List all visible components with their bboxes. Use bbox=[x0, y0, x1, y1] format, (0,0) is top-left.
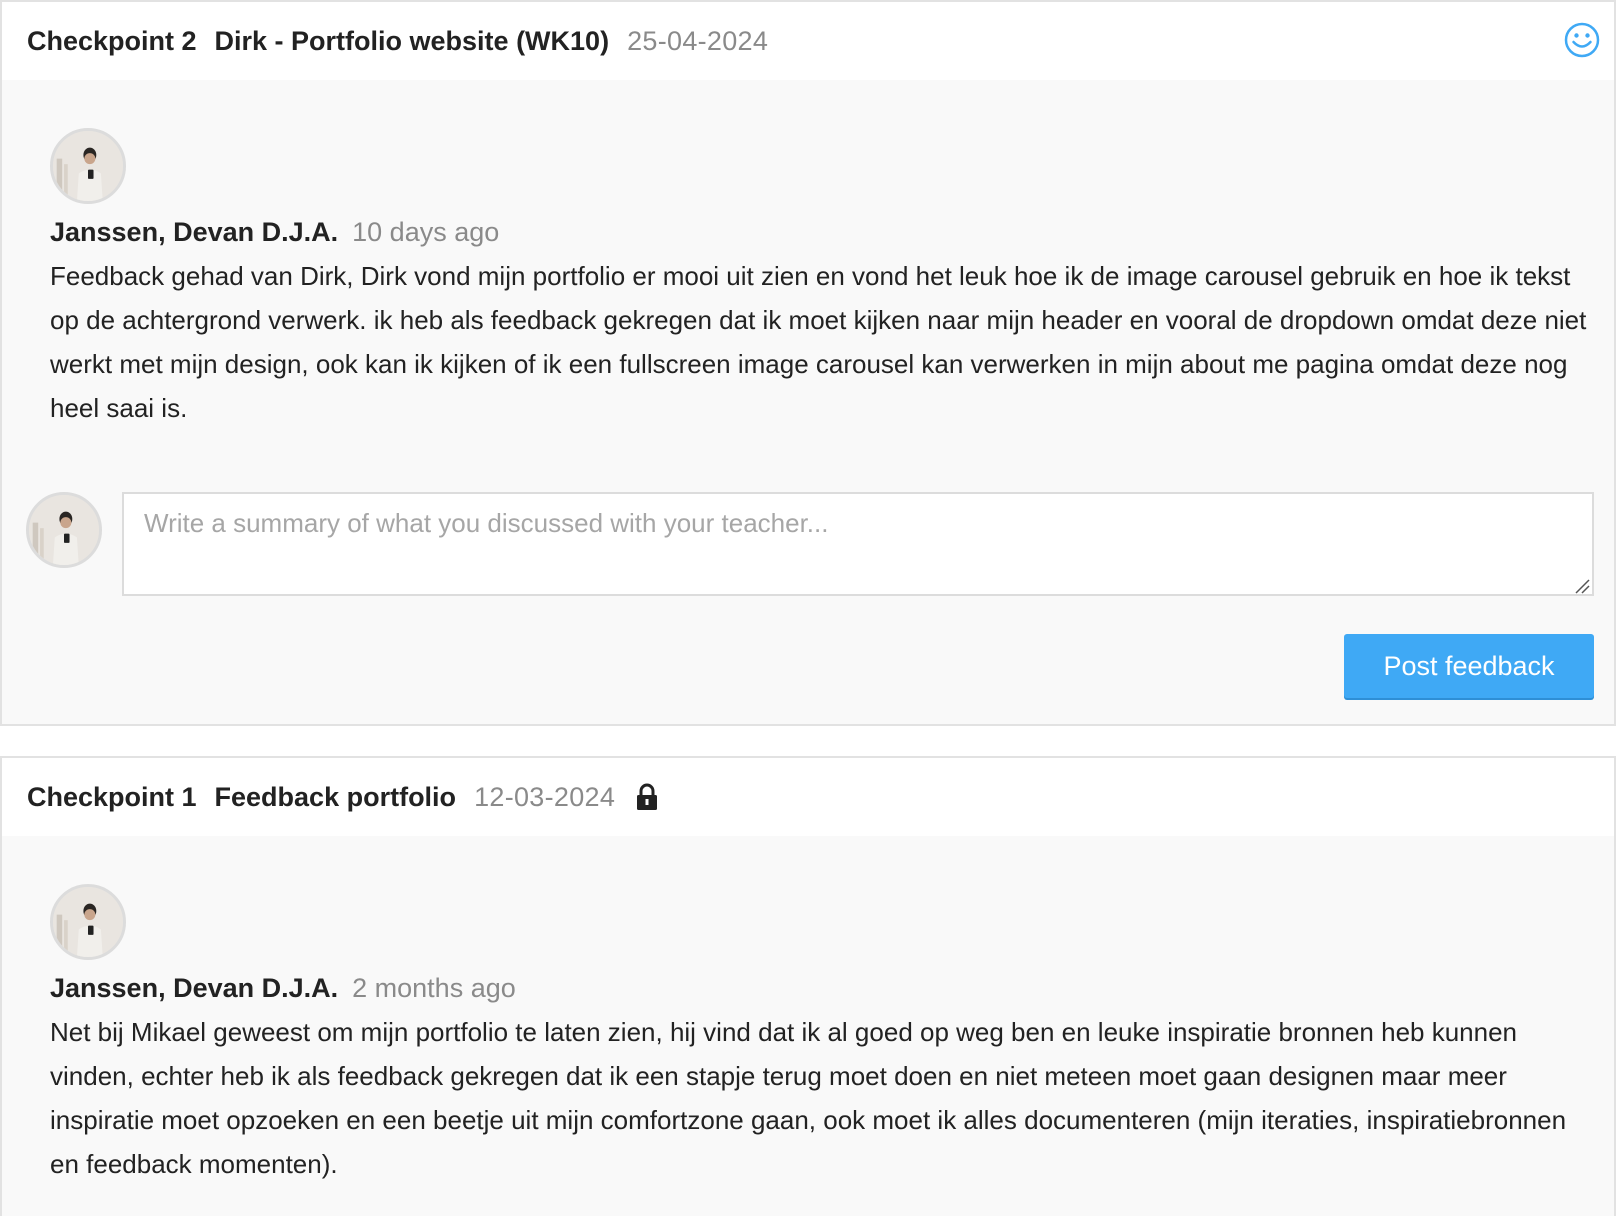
entry-text: Feedback gehad van Dirk, Dirk vond mijn … bbox=[50, 261, 1587, 423]
avatar bbox=[26, 492, 102, 568]
feedback-composer bbox=[26, 492, 1594, 602]
avatar bbox=[50, 884, 126, 960]
checkpoint-title: Feedback portfolio bbox=[214, 781, 457, 812]
resize-handle-icon[interactable] bbox=[1574, 578, 1590, 594]
checkpoint-label: Checkpoint 2 bbox=[27, 25, 197, 56]
checkpoint-label: Checkpoint 1 bbox=[27, 781, 197, 812]
entry-text: Net bij Mikael geweest om mijn portfolio… bbox=[50, 1017, 1567, 1179]
feedback-entry: Janssen, Devan D.J.A. 10 days ago Feedbac… bbox=[50, 128, 1594, 430]
entry-time: 10 days ago bbox=[352, 217, 500, 247]
summary-textarea[interactable] bbox=[122, 492, 1594, 596]
checkpoint-date: 25-04-2024 bbox=[627, 25, 769, 56]
entry-author: Janssen, Devan D.J.A. bbox=[50, 217, 339, 247]
feedback-entry: Janssen, Devan D.J.A. 2 months ago Net bi… bbox=[50, 884, 1594, 1186]
checkpoint-card: Checkpoint 1 Feedback portfolio 12-03-20… bbox=[0, 756, 1616, 1216]
checkpoint-date: 12-03-2024 bbox=[474, 781, 616, 812]
entry-author: Janssen, Devan D.J.A. bbox=[50, 973, 339, 1003]
smiley-icon[interactable] bbox=[1564, 22, 1600, 58]
checkpoint-title: Dirk - Portfolio website (WK10) bbox=[214, 25, 610, 56]
avatar bbox=[50, 128, 126, 204]
checkpoint-card: Checkpoint 2 Dirk - Portfolio website (W… bbox=[0, 0, 1616, 726]
entry-time: 2 months ago bbox=[352, 973, 516, 1003]
lock-icon bbox=[637, 783, 658, 810]
checkpoint-header: Checkpoint 2 Dirk - Portfolio website (W… bbox=[2, 2, 1614, 80]
checkpoint-header: Checkpoint 1 Feedback portfolio 12-03-20… bbox=[2, 758, 1614, 836]
post-feedback-button[interactable]: Post feedback bbox=[1344, 634, 1594, 698]
